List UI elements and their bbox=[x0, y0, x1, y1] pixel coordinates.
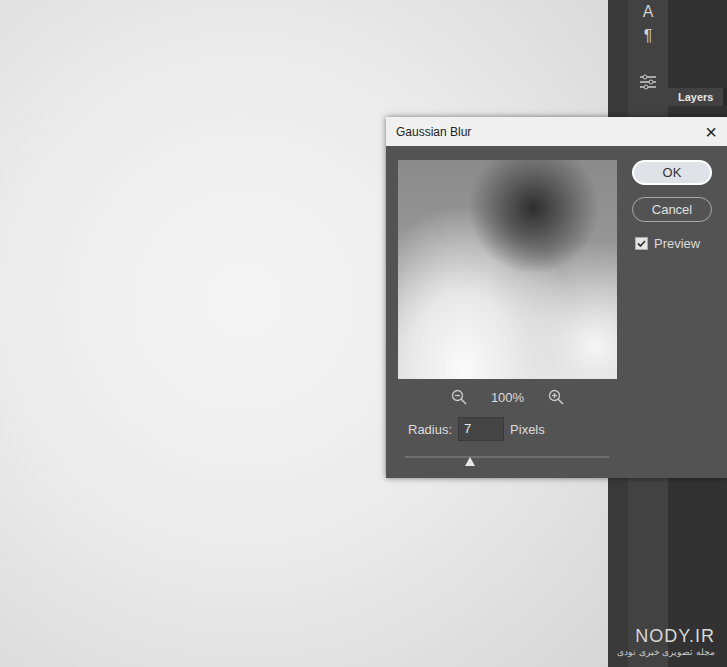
gaussian-blur-dialog: Gaussian Blur × 100% Radius: 7 Pixels OK Cancel… bbox=[386, 117, 727, 478]
slider-thumb[interactable] bbox=[465, 457, 475, 466]
checkbox-box[interactable] bbox=[635, 237, 648, 250]
zoom-in-icon[interactable] bbox=[548, 389, 564, 405]
radius-slider[interactable] bbox=[405, 453, 609, 469]
watermark: NODY.IRمجله تصویری خبری نودی bbox=[617, 626, 715, 657]
radius-field[interactable]: 7 bbox=[458, 417, 504, 441]
dialog-button[interactable]: Cancel bbox=[632, 197, 712, 222]
zoom-out-icon[interactable] bbox=[451, 389, 467, 405]
close-button[interactable]: × bbox=[705, 122, 717, 142]
radius-unit: Pixels bbox=[510, 422, 545, 437]
title-bar: Gaussian Blur × bbox=[386, 117, 727, 146]
check-icon bbox=[636, 238, 647, 249]
panel-tab[interactable]: Layers bbox=[668, 88, 723, 106]
panel-icon[interactable]: ¶ bbox=[644, 26, 653, 46]
blur-preview[interactable] bbox=[398, 160, 617, 379]
preview-checkbox[interactable]: Preview bbox=[617, 236, 700, 251]
panel-icon[interactable]: A bbox=[643, 2, 654, 22]
photoshop-window: A ¶ Layers Gaussian Blur × 100% Radius: 7 Pixels… bbox=[0, 0, 727, 667]
radius-label: Radius: bbox=[408, 422, 452, 437]
dialog-button[interactable]: OK bbox=[632, 160, 712, 185]
adjustments-icon[interactable] bbox=[639, 74, 657, 90]
dialog-title: Gaussian Blur bbox=[396, 125, 471, 139]
zoom-level: 100% bbox=[491, 390, 524, 405]
